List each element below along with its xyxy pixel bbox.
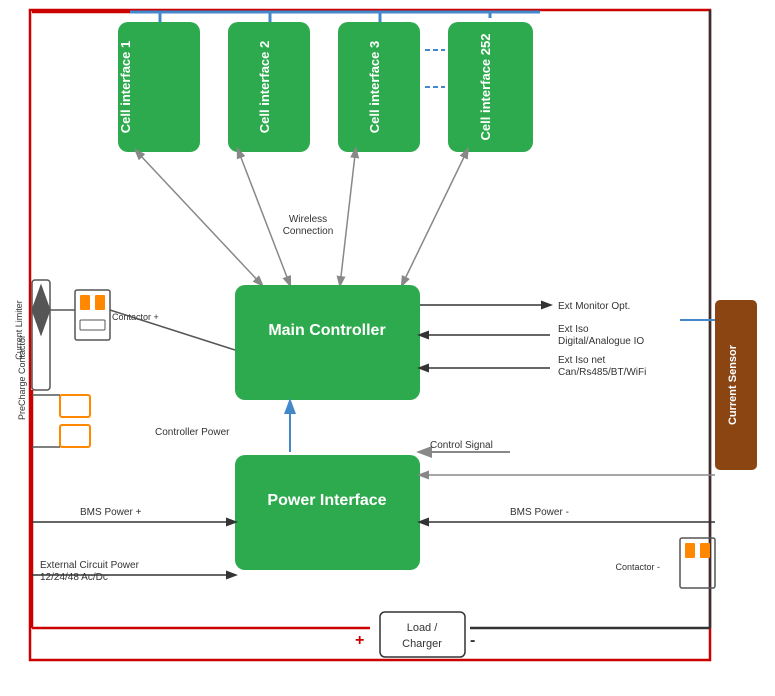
svg-text:BMS Power -: BMS Power - [510, 507, 569, 518]
svg-text:Cell interface 1: Cell interface 1 [118, 41, 133, 134]
svg-text:Load /: Load / [407, 622, 439, 634]
svg-text:Main Controller: Main Controller [268, 322, 385, 339]
svg-text:Control Signal: Control Signal [430, 440, 493, 451]
bms-diagram: Cell interface 1 Cell interface 2 Cell i… [0, 0, 775, 696]
svg-text:Digital/Analogue IO: Digital/Analogue IO [558, 336, 644, 347]
svg-text:Controller Power: Controller Power [155, 427, 230, 438]
svg-text:Wireless: Wireless [289, 214, 327, 225]
svg-text:Connection: Connection [283, 226, 334, 237]
svg-text:Charger: Charger [402, 638, 442, 650]
diagram-container: Cell interface 1 Cell interface 2 Cell i… [0, 0, 775, 696]
svg-text:-: - [470, 632, 475, 649]
svg-text:Ext Iso net: Ext Iso net [558, 355, 605, 366]
svg-text:External Circuit Power: External Circuit Power [40, 560, 140, 571]
svg-text:Contactor -: Contactor - [615, 562, 660, 572]
svg-text:12/24/48 Ac/Dc: 12/24/48 Ac/Dc [40, 572, 108, 583]
svg-text:Current Sensor: Current Sensor [727, 344, 739, 425]
svg-text:PreCharge Contactor: PreCharge Contactor [17, 335, 27, 420]
svg-text:+: + [355, 632, 364, 649]
svg-text:Ext Iso: Ext Iso [558, 324, 589, 335]
svg-text:Can/Rs485/BT/WiFi: Can/Rs485/BT/WiFi [558, 367, 646, 378]
svg-text:Cell interface 252: Cell interface 252 [478, 34, 493, 141]
svg-text:Cell interface 2: Cell interface 2 [257, 41, 272, 134]
svg-text:Power Interface: Power Interface [267, 492, 386, 509]
svg-text:Ext Monitor Opt.: Ext Monitor Opt. [558, 301, 630, 312]
svg-text:Cell interface 3: Cell interface 3 [367, 41, 382, 134]
svg-text:BMS Power +: BMS Power + [80, 507, 142, 518]
